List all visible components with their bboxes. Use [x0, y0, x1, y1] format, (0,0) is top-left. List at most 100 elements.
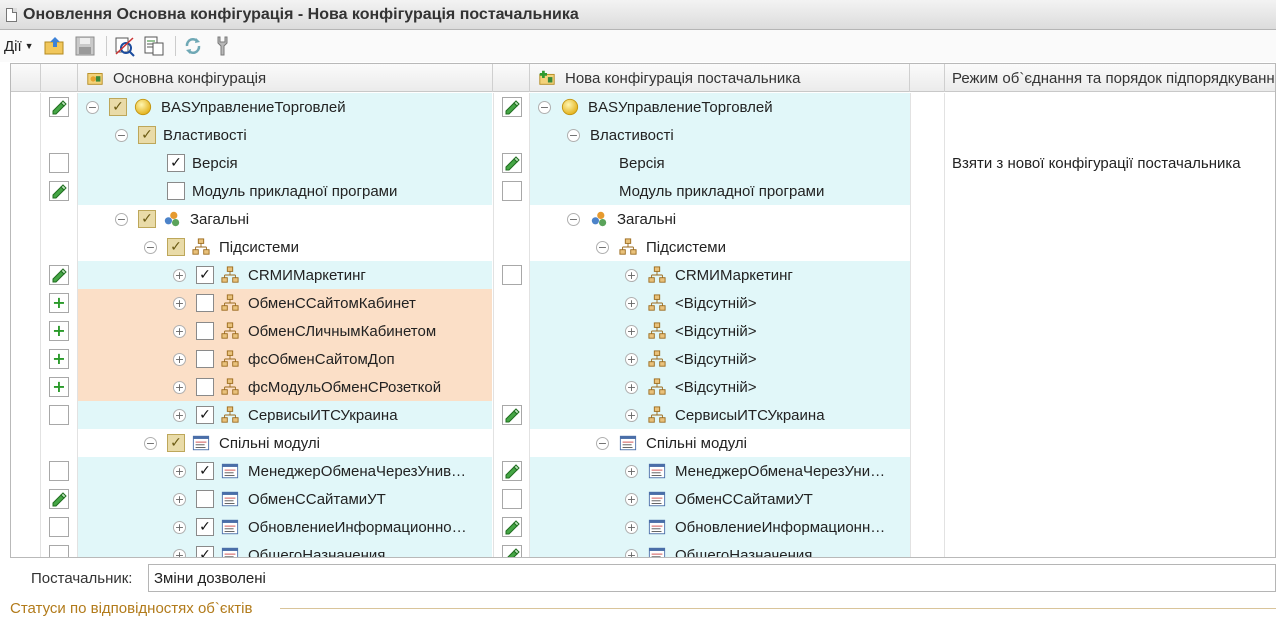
right-mark-checkbox[interactable]	[501, 265, 522, 285]
left-changed-mark-icon[interactable]	[49, 181, 69, 201]
include-checkbox[interactable]: ✓	[167, 238, 185, 256]
merge-mode-cell[interactable]: Взяти з нової конфігурації постачальника	[945, 149, 1275, 177]
tree-row[interactable]: + + ОбменССайтомКабинет + <Відсутній>	[11, 289, 1275, 317]
left-tree-cell[interactable]: + ОбменСЛичнымКабинетом	[78, 317, 492, 345]
tree-row[interactable]: Модуль прикладної програми Модуль приклад…	[11, 177, 1275, 205]
compare-icon[interactable]	[111, 33, 137, 59]
merge-mode-cell[interactable]	[945, 345, 1275, 373]
expand-icon[interactable]: +	[625, 380, 638, 394]
settings-icon[interactable]	[210, 33, 236, 59]
expand-icon[interactable]: +	[173, 520, 186, 534]
expand-icon[interactable]: +	[625, 352, 638, 366]
left-mark-checkbox[interactable]	[49, 517, 69, 537]
right-mark-checkbox[interactable]	[501, 489, 522, 509]
collapse-icon[interactable]: −	[115, 128, 128, 142]
include-checkbox[interactable]: ✓	[138, 126, 156, 144]
expand-icon[interactable]: +	[173, 464, 186, 478]
expand-icon[interactable]: +	[625, 520, 638, 534]
include-checkbox[interactable]: ✓	[196, 462, 214, 480]
expand-icon[interactable]: +	[173, 548, 186, 557]
tree-row[interactable]: + + фсОбменСайтомДоп + <Відсутній>	[11, 345, 1275, 373]
merge-mode-cell[interactable]	[945, 485, 1275, 513]
expand-icon[interactable]: +	[173, 492, 186, 506]
tree-row[interactable]: + ✓ МенеджерОбменаЧерезУнив… + МенеджерОбмен…	[11, 457, 1275, 485]
tree-row[interactable]: − ✓ Властивості − Властивості	[11, 121, 1275, 149]
right-tree-cell[interactable]: Версія	[530, 149, 910, 177]
left-mark-checkbox[interactable]	[49, 153, 69, 173]
merge-mode-cell[interactable]	[945, 373, 1275, 401]
left-added-mark-icon[interactable]: +	[49, 321, 69, 341]
left-mark-checkbox[interactable]	[49, 405, 69, 425]
expand-icon[interactable]: +	[625, 408, 638, 422]
left-tree-cell[interactable]: + ✓ ОбщегоНазначения	[78, 541, 492, 557]
merge-mode-cell[interactable]	[945, 233, 1275, 261]
right-tree-cell[interactable]: + <Відсутній>	[530, 289, 910, 317]
column-header-main-config[interactable]: Основна конфігурація	[78, 64, 493, 92]
merge-mode-cell[interactable]	[945, 317, 1275, 345]
left-changed-mark-icon[interactable]	[49, 97, 69, 117]
left-changed-mark-icon[interactable]	[49, 265, 69, 285]
merge-mode-cell[interactable]	[945, 93, 1275, 121]
right-tree-cell[interactable]: + ОбменССайтамиУТ	[530, 485, 910, 513]
left-added-mark-icon[interactable]: +	[49, 377, 69, 397]
left-added-mark-icon[interactable]: +	[49, 293, 69, 313]
left-tree-cell[interactable]: + ✓ CRMИМаркетинг	[78, 261, 492, 289]
left-tree-cell[interactable]: + ✓ ОбновлениеИнформационно…	[78, 513, 492, 541]
right-changed-mark-icon[interactable]	[501, 517, 522, 537]
merge-mode-cell[interactable]	[945, 121, 1275, 149]
right-tree-cell[interactable]: − Спільні модулі	[530, 429, 910, 457]
expand-icon[interactable]: +	[625, 324, 638, 338]
left-tree-cell[interactable]: Модуль прикладної програми	[78, 177, 492, 205]
include-checkbox[interactable]: ✓	[109, 98, 127, 116]
expand-icon[interactable]: +	[173, 296, 186, 310]
right-mark-checkbox[interactable]	[501, 181, 522, 201]
column-header-merge-mode[interactable]: Режим об`єднання та порядок підпорядкува…	[945, 64, 1275, 92]
tree-row[interactable]: ✓ Версія Версія Взяти з нової конфігурації …	[11, 149, 1275, 177]
collapse-icon[interactable]: −	[567, 128, 580, 142]
collapse-icon[interactable]: −	[86, 100, 99, 114]
tree-row[interactable]: − ✓ BASУправлениеТорговлей − BASУправлениеТо…	[11, 93, 1275, 121]
right-tree-cell[interactable]: + ОбновлениеИнформационн…	[530, 513, 910, 541]
tree-row[interactable]: + ✓ ОбновлениеИнформационно… + ОбновлениеИнф…	[11, 513, 1275, 541]
collapse-icon[interactable]: −	[115, 212, 128, 226]
expand-icon[interactable]: +	[173, 408, 186, 422]
right-changed-mark-icon[interactable]	[501, 153, 522, 173]
right-tree-cell[interactable]: + ОбщегоНазначения	[530, 541, 910, 557]
right-tree-cell[interactable]: + CRMИМаркетинг	[530, 261, 910, 289]
left-tree-cell[interactable]: ✓ Версія	[78, 149, 492, 177]
left-tree-cell[interactable]: − ✓ Загальні	[78, 205, 492, 233]
left-tree-cell[interactable]: + фсОбменСайтомДоп	[78, 345, 492, 373]
tree-row[interactable]: − ✓ Загальні − Загальні	[11, 205, 1275, 233]
left-tree-cell[interactable]: − ✓ Спільні модулі	[78, 429, 492, 457]
include-checkbox[interactable]	[196, 378, 214, 396]
collapse-icon[interactable]: −	[144, 240, 157, 254]
include-checkbox[interactable]: ✓	[196, 266, 214, 284]
tree-row[interactable]: − ✓ Підсистеми − Підсистеми	[11, 233, 1275, 261]
merge-mode-cell[interactable]	[945, 429, 1275, 457]
expand-icon[interactable]: +	[625, 296, 638, 310]
open-icon[interactable]	[42, 33, 68, 59]
left-tree-cell[interactable]: + ✓ МенеджерОбменаЧерезУнив…	[78, 457, 492, 485]
tree-row[interactable]: + ✓ СервисыИТСУкраина + СервисыИТСУкраина	[11, 401, 1275, 429]
right-tree-cell[interactable]: − Властивості	[530, 121, 910, 149]
merge-mode-cell[interactable]	[945, 401, 1275, 429]
column-header-vendor-config[interactable]: Нова конфігурація постачальника	[530, 64, 910, 92]
expand-icon[interactable]: +	[625, 492, 638, 506]
merge-mode-cell[interactable]	[945, 261, 1275, 289]
include-checkbox[interactable]	[196, 490, 214, 508]
merge-mode-cell[interactable]	[945, 513, 1275, 541]
expand-icon[interactable]: +	[625, 548, 638, 557]
tree-row[interactable]: + + ОбменСЛичнымКабинетом + <Відсутній>	[11, 317, 1275, 345]
right-changed-mark-icon[interactable]	[501, 461, 522, 481]
report-icon[interactable]	[141, 33, 167, 59]
left-tree-cell[interactable]: + фсМодульОбменСРозеткой	[78, 373, 492, 401]
tree-row[interactable]: + ✓ ОбщегоНазначения + ОбщегоНазначения	[11, 541, 1275, 557]
save-icon[interactable]	[72, 33, 98, 59]
supplier-field[interactable]: Зміни дозволені	[148, 564, 1276, 592]
include-checkbox[interactable]: ✓	[167, 154, 185, 172]
right-tree-cell[interactable]: − Підсистеми	[530, 233, 910, 261]
right-tree-cell[interactable]: − Загальні	[530, 205, 910, 233]
merge-mode-cell[interactable]	[945, 541, 1275, 557]
left-mark-checkbox[interactable]	[49, 545, 69, 557]
right-tree-cell[interactable]: Модуль прикладної програми	[530, 177, 910, 205]
